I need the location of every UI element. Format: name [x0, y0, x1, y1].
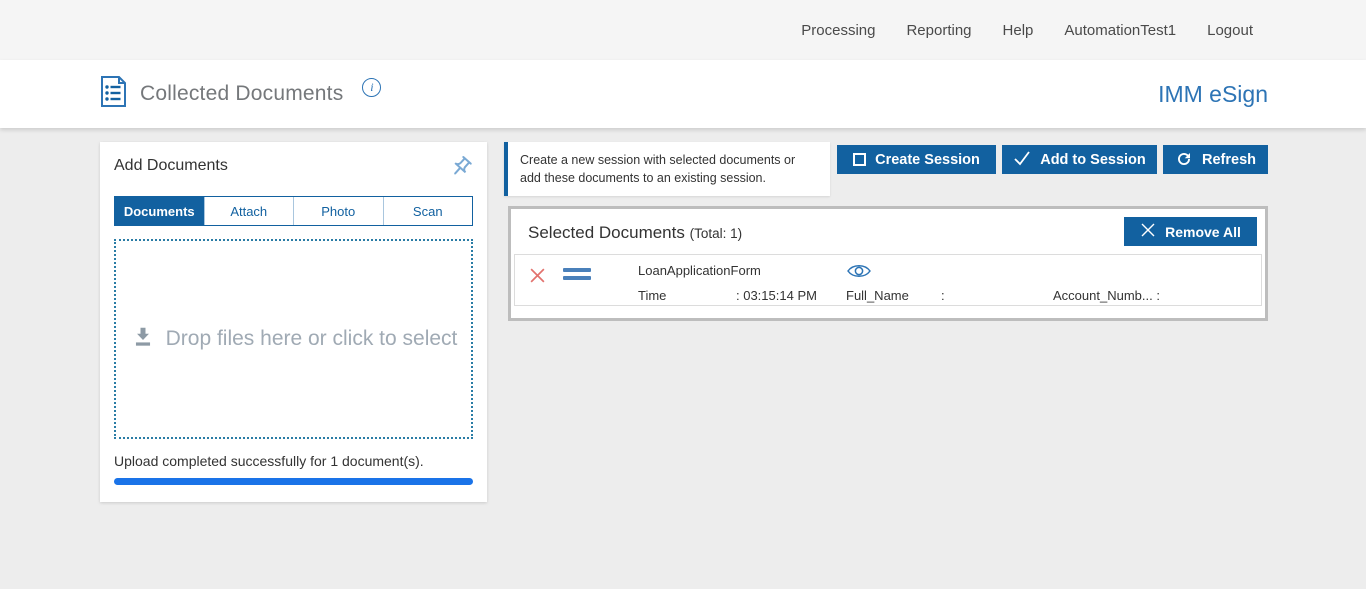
- nav-reporting[interactable]: Reporting: [906, 22, 971, 39]
- add-documents-panel: Add Documents Documents Attach Photo Sca…: [100, 142, 487, 502]
- add-to-session-label: Add to Session: [1040, 151, 1146, 168]
- pin-icon[interactable]: [449, 155, 473, 184]
- selected-documents-title: Selected Documents (Total: 1): [528, 223, 743, 242]
- tab-scan[interactable]: Scan: [382, 197, 472, 225]
- selected-documents-panel: Selected Documents (Total: 1) Remove All…: [508, 206, 1268, 321]
- refresh-button[interactable]: Refresh: [1163, 145, 1268, 174]
- upload-status-text: Upload completed successfully for 1 docu…: [114, 453, 424, 469]
- time-value: : 03:15:14 PM: [736, 288, 817, 303]
- add-documents-tabs: Documents Attach Photo Scan: [114, 196, 473, 226]
- x-icon: [1140, 222, 1156, 241]
- upload-progress-bar: [114, 478, 473, 485]
- main-content: Add Documents Documents Attach Photo Sca…: [0, 128, 1366, 589]
- remove-all-label: Remove All: [1165, 223, 1241, 240]
- remove-all-button[interactable]: Remove All: [1124, 217, 1257, 246]
- nav-user-menu[interactable]: AutomationTest1: [1064, 22, 1176, 39]
- refresh-icon: [1175, 150, 1193, 172]
- delete-document-icon[interactable]: [529, 267, 546, 289]
- document-row: LoanApplicationForm Time : 03:15:14 PM F…: [514, 254, 1262, 306]
- square-icon: [853, 153, 867, 166]
- session-hint-text: Create a new session with selected docum…: [520, 153, 796, 186]
- info-icon[interactable]: i: [362, 77, 382, 97]
- full-name-value: :: [941, 288, 945, 303]
- tab-documents[interactable]: Documents: [115, 197, 204, 225]
- top-navigation: Processing Reporting Help AutomationTest…: [0, 0, 1366, 60]
- selected-documents-total: (Total: 1): [689, 226, 743, 241]
- add-documents-title: Add Documents: [114, 157, 228, 174]
- collected-documents-icon: [100, 75, 127, 113]
- session-hint-box: Create a new session with selected docum…: [504, 142, 830, 197]
- time-label: Time: [638, 288, 667, 303]
- full-name-label: Full_Name: [846, 288, 909, 303]
- app-brand: IMM eSign: [1158, 80, 1268, 107]
- nav-help[interactable]: Help: [1003, 22, 1034, 39]
- refresh-label: Refresh: [1202, 151, 1256, 168]
- create-session-button[interactable]: Create Session: [837, 145, 996, 174]
- download-icon: [130, 324, 156, 355]
- preview-eye-icon[interactable]: [846, 261, 872, 286]
- add-to-session-button[interactable]: Add to Session: [1002, 145, 1157, 174]
- checkmark-icon: [1013, 150, 1031, 170]
- tab-attach[interactable]: Attach: [203, 197, 293, 225]
- tab-photo[interactable]: Photo: [293, 197, 383, 225]
- file-dropzone[interactable]: Drop files here or click to select: [114, 239, 473, 439]
- nav-processing[interactable]: Processing: [801, 22, 875, 39]
- document-name: LoanApplicationForm: [638, 263, 761, 278]
- page-title: Collected Documents: [140, 82, 344, 105]
- drag-handle-icon[interactable]: [563, 268, 591, 284]
- nav-logout[interactable]: Logout: [1207, 22, 1253, 39]
- create-session-label: Create Session: [875, 151, 980, 168]
- page-header: Collected Documents i IMM eSign: [0, 60, 1366, 128]
- account-number-label: Account_Numb... :: [1053, 288, 1160, 303]
- dropzone-label: Drop files here or click to select: [165, 327, 458, 350]
